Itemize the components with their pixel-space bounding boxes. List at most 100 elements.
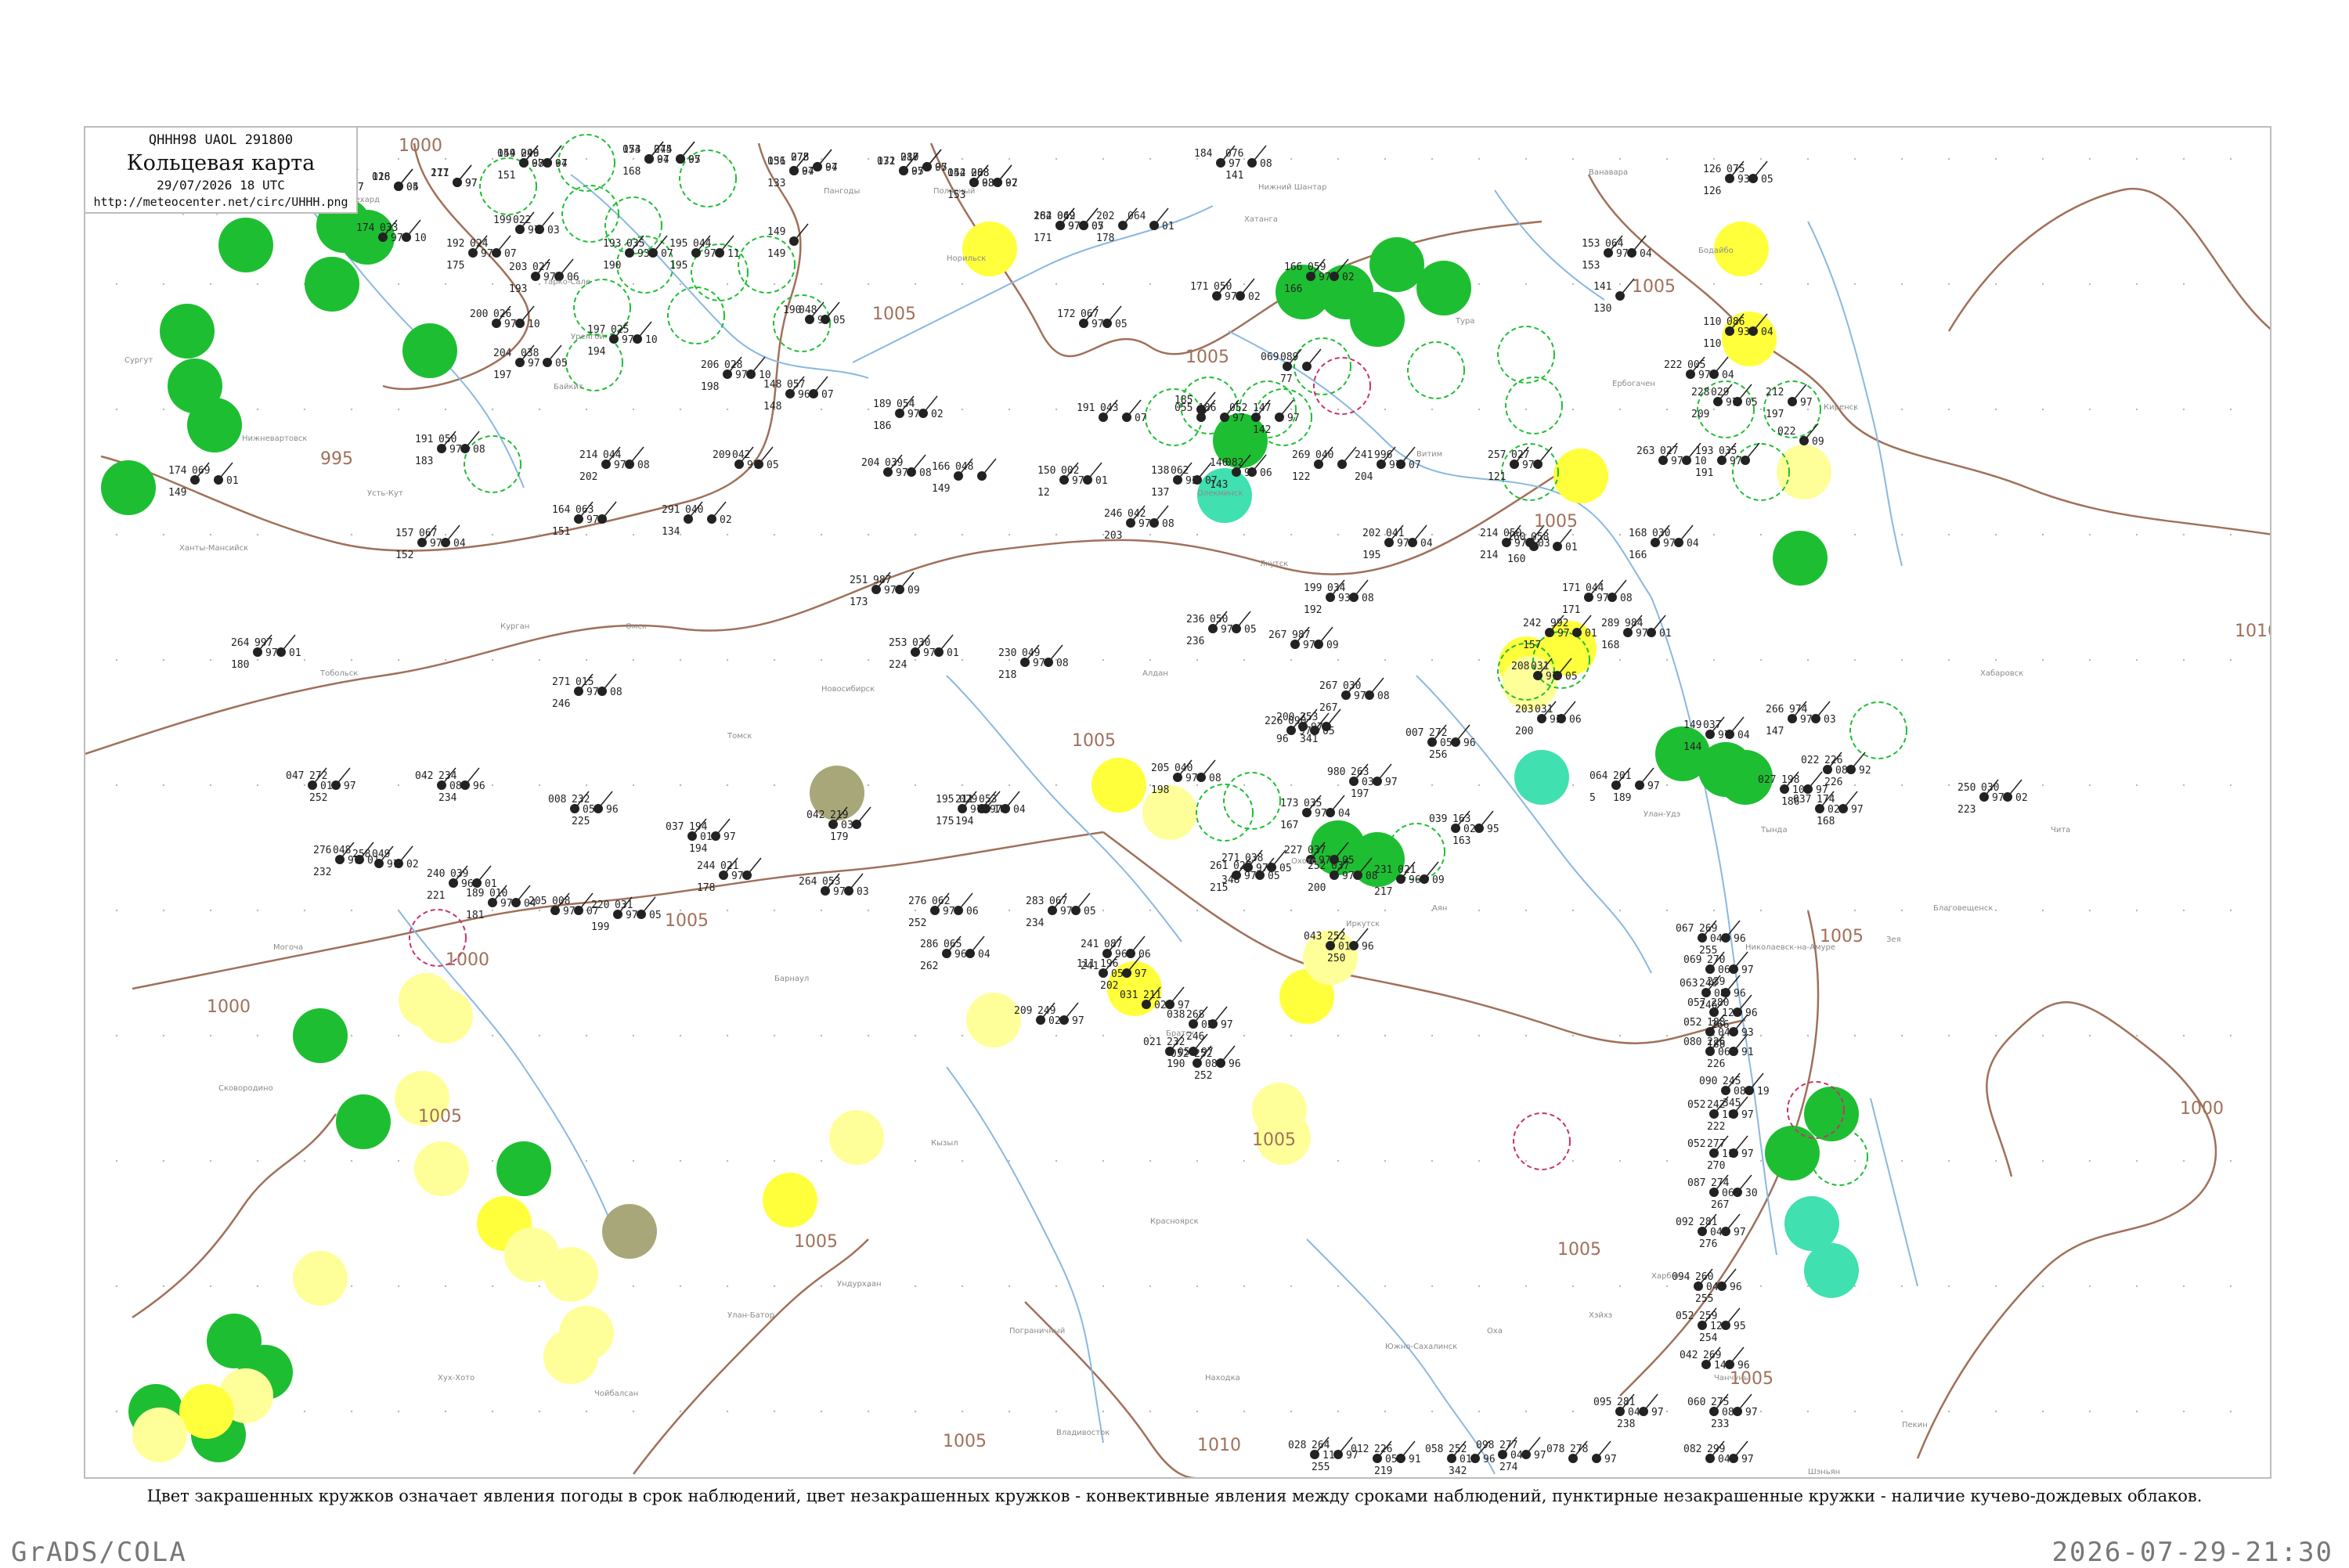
station-tendency: 97 <box>1730 456 1742 467</box>
station-pressure: 021 <box>720 860 738 872</box>
station-tendency: 04 <box>1761 326 1773 338</box>
station-pressure: 274 <box>654 144 673 156</box>
map-frame[interactable]: 1930717402804171971599715104904173971680… <box>84 126 2271 1479</box>
station-pressure: 042 <box>1680 1350 1698 1361</box>
station-tendency: 08 <box>1620 593 1633 604</box>
station-pressure: 043 <box>1100 402 1118 414</box>
source-url[interactable]: http://meteocenter.net/circ/UHHH.png <box>85 195 356 209</box>
station-tendency: 14 <box>1714 1360 1727 1372</box>
station-tendency: 01 <box>1095 475 1108 487</box>
station-pressure: 278 <box>1570 1444 1588 1455</box>
isobar-label: 1005 <box>1557 1240 1601 1260</box>
station-weather-value: 186 <box>873 420 891 432</box>
isobar-label: 1005 <box>1072 731 1116 751</box>
station-name: Оха <box>1487 1327 1503 1336</box>
station-tendency: 97 <box>1287 413 1300 424</box>
station-pressure: 283 <box>1026 896 1044 907</box>
station-tendency: 08 <box>1162 518 1174 530</box>
station-tendency: 05 <box>1385 1454 1398 1465</box>
station-tendency: 05 <box>1084 906 1096 917</box>
station-pressure: 219 <box>830 809 848 821</box>
station-tendency: 04 <box>453 538 466 550</box>
station-tendency: 97 <box>731 871 744 882</box>
station-pressure: 245 <box>1723 1076 1741 1087</box>
weather-circle-filled <box>1514 750 1569 805</box>
station-tendency: 05 <box>1268 871 1280 882</box>
station-tendency: 04 <box>1710 933 1723 945</box>
station-tendency: 08 <box>982 178 994 189</box>
station-weather-value: 246 <box>552 698 570 710</box>
station-tendency: 05 <box>767 460 779 471</box>
station-tendency: 04 <box>978 949 990 961</box>
station-pressure: 010 <box>489 888 507 899</box>
station-weather-value: 194 <box>955 816 974 827</box>
station-name: Пекин <box>1902 1421 1928 1429</box>
station-weather-value: 198 <box>701 381 719 393</box>
station-pressure: 086 <box>1727 316 1745 328</box>
station-pressure: 027 <box>1660 445 1678 457</box>
station-pressure: 057 <box>1687 997 1705 1009</box>
station-tendency: 96 <box>1745 1007 1758 1019</box>
isobar-label: 1010 <box>2235 622 2271 641</box>
station-pressure: 263 <box>1636 445 1654 457</box>
station-weather-value: 171 <box>1034 232 1052 244</box>
station-tendency: 01 <box>1565 542 1578 553</box>
station-name: Ербогачен <box>1612 380 1655 388</box>
station-pressure: 234 <box>438 770 457 782</box>
legend-note: Цвет закрашенных кружков означает явлени… <box>146 1487 2203 1505</box>
station-tendency: 97 <box>500 898 513 910</box>
station-tendency: 96 <box>1734 988 1746 1000</box>
station-name: Нижний Шантар <box>1258 183 1326 192</box>
station-pressure: 038 <box>1245 852 1263 864</box>
map-canvas[interactable]: 1930717402804171971599715104904173971680… <box>85 128 2271 1479</box>
station-weather-value: 198 <box>1151 784 1169 796</box>
station-pressure: 258 <box>352 849 370 860</box>
station-pressure: 269 <box>1292 449 1310 461</box>
station-weather-value: 178 <box>1096 232 1114 244</box>
station-tendency: 97 <box>1256 863 1268 874</box>
station-tendency: 97 <box>884 585 897 597</box>
station-pressure: 272 <box>1429 727 1447 739</box>
station-name: Норильск <box>947 254 986 263</box>
station-weather-value: 190 <box>603 260 621 272</box>
station-pressure: 037 <box>1331 860 1349 872</box>
station-tendency: 97 <box>1816 784 1828 796</box>
station-name: Тында <box>1760 826 1788 834</box>
station-pressure: 051 <box>767 156 785 168</box>
station-weather-value: 197 <box>493 369 511 381</box>
station-pressure: 053 <box>979 794 997 806</box>
station-pressure: 042 <box>947 168 965 179</box>
station-pressure: 271 <box>1221 852 1239 864</box>
station-weather-value: 348 <box>1221 874 1239 886</box>
station-name: Могоча <box>273 943 303 952</box>
station-tendency: 97 <box>586 514 599 526</box>
station-pressure: 242 <box>1523 618 1541 629</box>
weather-circle-filled <box>218 218 273 272</box>
station-weather-value: 151 <box>552 526 570 538</box>
station-tendency: 04 <box>1687 538 1699 550</box>
station-weather-value: 342 <box>1449 1465 1467 1477</box>
station-pressure: 209 <box>1014 1005 1032 1017</box>
weather-circle-filled <box>402 323 457 378</box>
station-pressure: 184 <box>1194 148 1213 160</box>
station-tendency: 04 <box>1640 248 1652 260</box>
station-pressure: 044 <box>1586 582 1604 594</box>
station-tendency: 05 <box>1115 319 1128 330</box>
station-pressure: 030 <box>1981 782 1999 794</box>
station-name: Шэньян <box>1808 1468 1840 1476</box>
station-tendency: 03 <box>1824 714 1836 726</box>
station-pressure: 053 <box>822 876 840 888</box>
station-pressure: 202 <box>1362 528 1380 539</box>
station-name: Новосибирск <box>821 685 875 694</box>
station-tendency: 05 <box>555 358 568 369</box>
station-tendency: 97 <box>1698 369 1711 381</box>
station-tendency: 97 <box>896 467 908 479</box>
station-name: Братск <box>1166 1029 1195 1038</box>
station-pressure: 193 <box>1695 445 1713 457</box>
station-pressure: 275 <box>1711 1397 1729 1408</box>
station-pressure: 980 <box>1327 766 1345 778</box>
station-weather-value: 5 <box>1589 792 1596 804</box>
station-pressure: 067 <box>419 528 437 539</box>
station-weather-value: 168 <box>622 166 640 178</box>
station-name: Охотск <box>1291 857 1320 866</box>
